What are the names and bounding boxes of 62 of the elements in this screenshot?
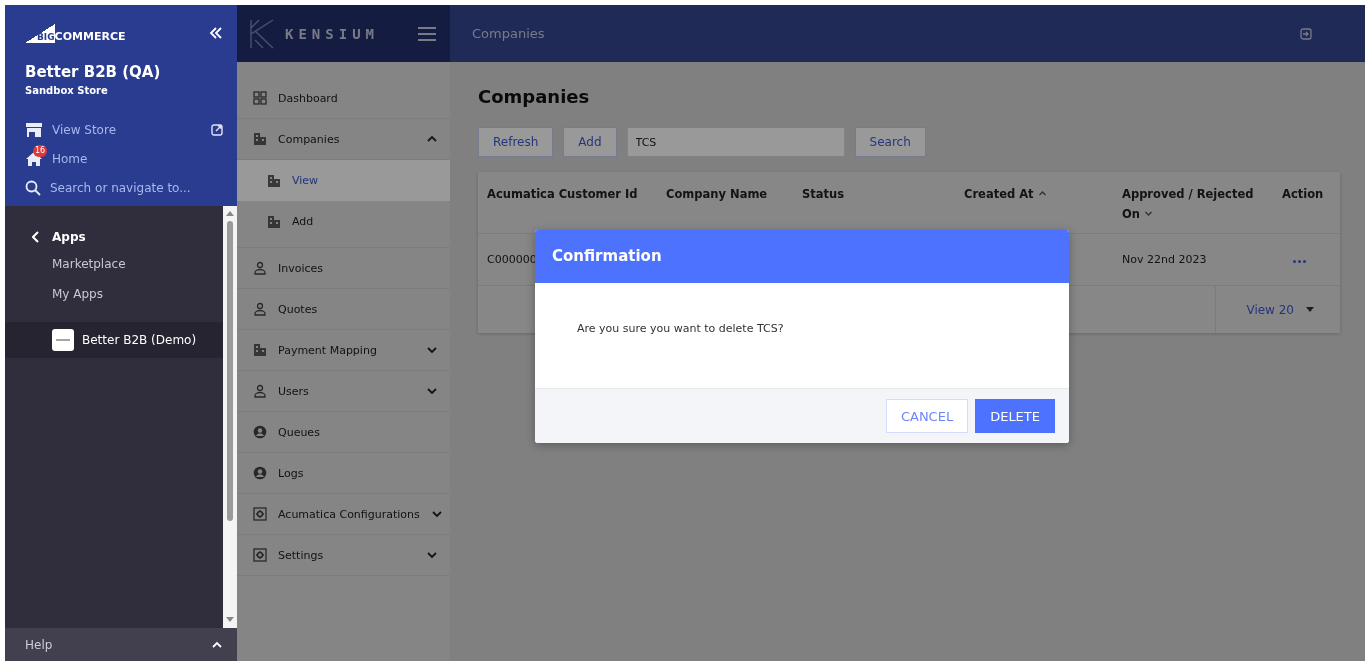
- back-link[interactable]: Apps: [5, 228, 223, 246]
- page-title: Companies: [478, 86, 591, 107]
- toolbar-button[interactable]: Search: [854, 127, 926, 157]
- dialog-message: Are you sure you want to delete TCS?: [576, 321, 785, 337]
- logo-mark: BIG: [25, 23, 55, 43]
- menu-icon: [418, 26, 436, 41]
- column-header[interactable]: Acumatica Customer Id: [478, 172, 657, 233]
- store-name: Better B2B (QA): [25, 63, 162, 81]
- table-cell: C000000: [487, 253, 537, 266]
- account-circle-icon: [253, 466, 267, 480]
- dialog-title: Confirmation: [535, 230, 1069, 283]
- chevron-down-icon: [430, 508, 443, 520]
- store-type: Sandbox Store: [25, 85, 109, 96]
- gear-icon: [253, 507, 267, 521]
- nav-item[interactable]: View: [237, 160, 450, 201]
- apps-menu-item[interactable]: My Apps: [5, 287, 223, 306]
- nav-item[interactable]: Dashboard: [237, 78, 450, 119]
- table-cell: Nov 22nd 2023: [1122, 253, 1207, 266]
- external-link-icon: [211, 124, 223, 136]
- gear-icon: [253, 548, 267, 562]
- toolbar-button[interactable]: Refresh: [478, 127, 554, 157]
- page-size-dropdown[interactable]: View 20: [1215, 286, 1340, 333]
- column-header[interactable]: Company Name: [657, 172, 793, 233]
- more-actions-icon[interactable]: [1293, 260, 1306, 263]
- cancel-button[interactable]: CANCEL: [885, 399, 969, 433]
- help-bar[interactable]: Help: [5, 628, 237, 661]
- column-header[interactable]: Action: [1273, 172, 1340, 233]
- search-field[interactable]: Search or navigate to...: [25, 180, 223, 196]
- logout-icon: [1300, 27, 1312, 40]
- building-icon: [267, 214, 281, 229]
- home-link[interactable]: 16 Home: [25, 145, 223, 167]
- column-header[interactable]: Created At: [955, 172, 1113, 233]
- app-logo: KENSIUM: [285, 25, 380, 42]
- storefront-icon: [25, 122, 43, 138]
- notification-badge: 16: [33, 145, 48, 157]
- collapse-icon: [209, 27, 223, 39]
- account-circle-icon: [253, 425, 267, 439]
- building-icon: [267, 173, 281, 188]
- search-input[interactable]: TCS: [626, 127, 845, 157]
- grid-icon: [253, 91, 267, 105]
- chevron-down-icon: [426, 344, 438, 356]
- person-icon: [253, 302, 267, 316]
- chevron-down-icon: [426, 549, 438, 561]
- person-icon: [253, 261, 267, 275]
- toolbar-button[interactable]: Add: [563, 127, 617, 157]
- search-icon: [25, 180, 41, 196]
- caret-down-icon: [1306, 307, 1314, 312]
- brand-logo: COMMERCE: [54, 29, 126, 43]
- delete-button[interactable]: DELETE: [975, 399, 1055, 433]
- back-chevron-icon: [32, 231, 40, 243]
- building-icon: [253, 343, 267, 357]
- column-header[interactable]: Approved / Rejected On: [1113, 172, 1273, 233]
- chevron-down-icon: [426, 385, 438, 397]
- building-icon: [253, 132, 267, 146]
- view-store-link[interactable]: View Store: [25, 122, 223, 138]
- column-header[interactable]: Status: [793, 172, 955, 233]
- person-icon: [253, 384, 267, 398]
- apps-menu-item[interactable]: Marketplace: [5, 257, 223, 276]
- app-item[interactable]: Better B2B (Demo): [5, 322, 223, 358]
- app-logo-icon: [52, 329, 74, 351]
- page-header-title: Companies: [472, 26, 545, 41]
- nav-item[interactable]: Add: [237, 201, 450, 242]
